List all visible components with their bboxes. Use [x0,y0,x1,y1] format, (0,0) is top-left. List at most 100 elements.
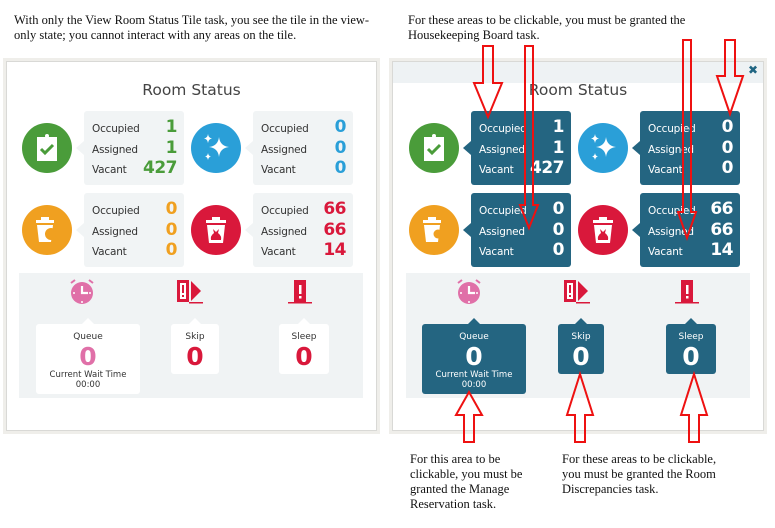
queue-value: 0 [465,342,483,371]
status-group-dirty: Occupied 66 Assigned 66 Vacant 14 [578,193,748,268]
clipboard-check-icon [409,123,459,173]
value-assigned: 66 [323,219,346,240]
queue-box: Queue 0 Current Wait Time 00:00 [36,318,140,394]
value-occupied: 0 [721,117,734,137]
skip-value: 0 [186,342,204,371]
wait-time-label: Current Wait Time [49,370,127,380]
sleep-value: 0 [682,342,700,371]
skip-label: Skip [571,332,591,342]
sparkle-icon [578,123,628,173]
value-occupied: 0 [552,199,565,219]
status-box: Occupied 66 Assigned 66 Vacant 14 [245,193,353,267]
label-vacant: Vacant [479,246,514,258]
status-box-clean-button[interactable]: Occupied 0 Assigned 0 Vacant 0 [632,111,740,185]
value-occupied: 1 [552,117,565,137]
status-box-dirty-button[interactable]: Occupied 66 Assigned 66 Vacant 14 [632,193,740,267]
value-assigned: 0 [165,219,178,240]
status-group-clean: Occupied 0 Assigned 0 Vacant 0 [191,111,361,186]
value-vacant: 427 [530,158,565,178]
caption-room-discrepancies: For these areas to be clickable, you mus… [562,452,717,496]
label-assigned: Assigned [92,143,138,156]
value-assigned: 1 [552,137,565,158]
sleep-label: Sleep [291,332,317,342]
queue-value: 0 [79,342,97,371]
tile-title: Room Status [142,81,241,99]
status-box: Occupied 1 Assigned 1 Vacant 427 [76,111,184,185]
status-group-pickup: Occupied 0 Assigned 0 Vacant 0 [22,193,192,268]
room-status-tile-clickable: ✖ Room Status Occupied 1 Assigned 1 Vacant… [389,58,767,434]
label-vacant: Vacant [261,164,296,176]
value-vacant: 0 [721,158,734,178]
clipboard-check-icon [22,123,72,173]
value-assigned: 66 [710,219,733,240]
value-assigned: 0 [334,137,347,158]
label-occupied: Occupied [479,205,527,217]
value-vacant: 14 [323,240,346,260]
queue-button[interactable]: Queue 0 Current Wait Time 00:00 [422,318,526,394]
skip-value: 0 [572,342,590,371]
label-assigned: Assigned [92,225,138,238]
caption-housekeeping-board: For these areas to be clickable, you mus… [408,13,686,42]
value-vacant: 0 [552,240,565,260]
status-group-inspected: Occupied 1 Assigned 1 Vacant 427 [22,111,192,186]
label-occupied: Occupied [648,205,696,217]
label-assigned: Assigned [261,143,307,156]
trash-search-icon [409,205,459,255]
status-group-inspected: Occupied 1 Assigned 1 Vacant 427 [409,111,579,186]
label-occupied: Occupied [92,123,140,135]
value-vacant: 0 [165,240,178,260]
sleep-value: 0 [295,342,313,371]
label-occupied: Occupied [261,205,309,217]
status-box-pickup-button[interactable]: Occupied 0 Assigned 0 Vacant 0 [463,193,571,267]
label-vacant: Vacant [92,246,127,258]
value-vacant: 14 [710,240,733,260]
close-icon[interactable]: ✖ [748,63,758,77]
label-occupied: Occupied [479,123,527,135]
wait-time-value: 00:00 [461,380,487,390]
status-box: Occupied 0 Assigned 0 Vacant 0 [245,111,353,185]
skip-label: Skip [185,332,205,342]
label-vacant: Vacant [92,164,127,176]
value-assigned: 1 [165,137,178,158]
status-group-clean: Occupied 0 Assigned 0 Vacant 0 [578,111,748,186]
sleep-button[interactable]: Sleep 0 [666,318,716,374]
label-vacant: Vacant [261,246,296,258]
status-box: Occupied 0 Assigned 0 Vacant 0 [76,193,184,267]
value-vacant: 0 [334,158,347,178]
skip-button[interactable]: Skip 0 [558,318,604,374]
value-assigned: 0 [552,219,565,240]
sleep-label: Sleep [678,332,704,342]
skip-door-icon [564,280,590,304]
queue-label: Queue [459,332,489,342]
caption-manage-reservation: For this area to be clickable, you must … [410,452,523,511]
sleep-alert-icon [288,280,312,304]
trash-search-icon [22,205,72,255]
label-vacant: Vacant [648,246,683,258]
label-vacant: Vacant [479,164,514,176]
value-occupied: 66 [323,199,346,219]
alarm-clock-icon [457,279,481,304]
sleep-box: Sleep 0 [279,318,329,374]
value-occupied: 0 [334,117,347,137]
tile-header-strip [393,62,763,83]
label-occupied: Occupied [92,205,140,217]
skip-box: Skip 0 [171,318,219,374]
trash-bag-icon [578,205,628,255]
skip-door-icon [177,280,203,304]
value-occupied: 0 [165,199,178,219]
caption-view-only: With only the View Room Status Tile task… [14,13,370,42]
alarm-clock-icon [70,279,94,304]
sleep-alert-icon [675,280,699,304]
value-vacant: 427 [143,158,178,178]
label-assigned: Assigned [648,225,694,238]
label-assigned: Assigned [479,225,525,238]
status-box-inspected-button[interactable]: Occupied 1 Assigned 1 Vacant 427 [463,111,571,185]
label-vacant: Vacant [648,164,683,176]
tile-title: Room Status [528,81,628,99]
queue-label: Queue [73,332,103,342]
queue-discrepancy-area: Queue 0 Current Wait Time 00:00 Skip 0 S… [19,273,363,398]
value-assigned: 0 [721,137,734,158]
queue-discrepancy-area: Queue 0 Current Wait Time 00:00 Skip 0 S… [406,273,750,398]
status-group-dirty: Occupied 66 Assigned 66 Vacant 14 [191,193,361,268]
room-status-tile-view-only: Room Status Occupied 1 Assigned 1 Vacant 42… [3,58,380,434]
